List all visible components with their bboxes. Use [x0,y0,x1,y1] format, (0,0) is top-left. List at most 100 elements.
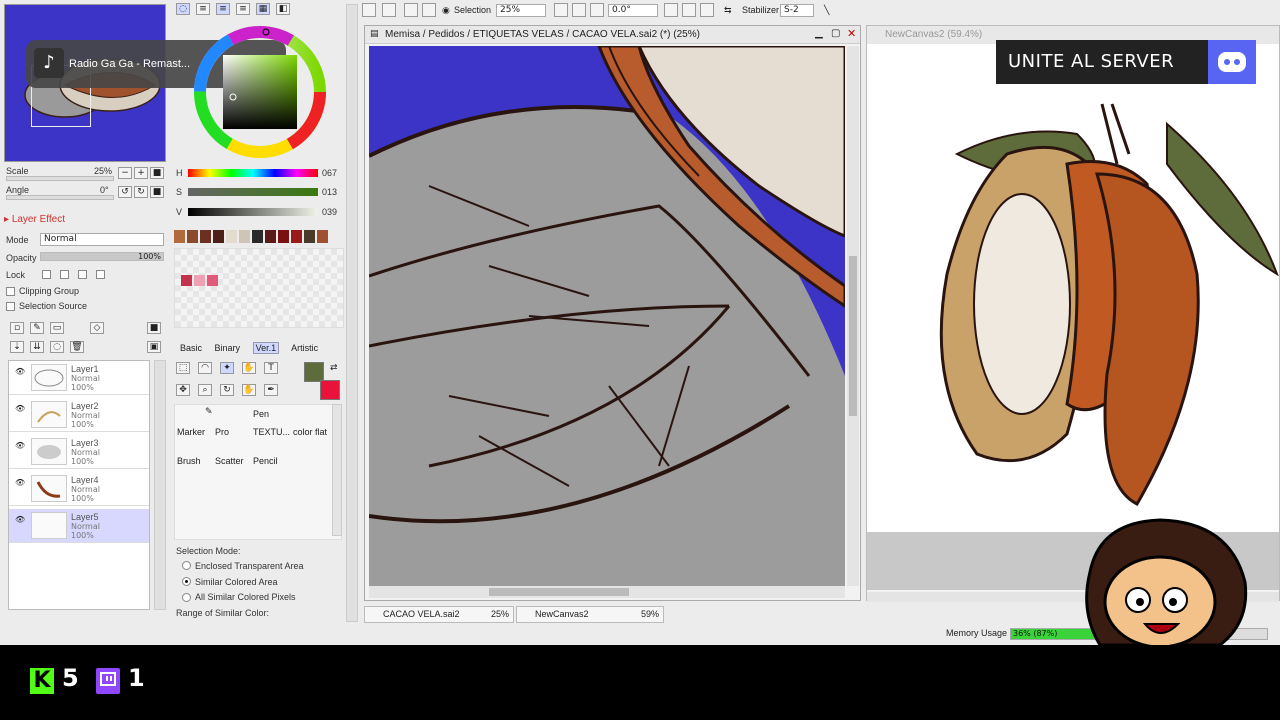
primary-color-swatch[interactable] [304,362,324,382]
flip-icon[interactable]: ⇆ [724,5,732,16]
palette-color-chip[interactable] [291,230,302,243]
lock-all-checkbox[interactable] [96,270,105,279]
zoom-icon[interactable]: ⌕ [198,384,212,396]
visibility-eye-icon[interactable]: 👁 [15,404,25,413]
discord-banner[interactable]: UNITE AL SERVER [996,40,1256,84]
scale-slider[interactable] [6,176,114,181]
layer-mask-button[interactable]: ◇ [90,322,104,334]
tab-basic[interactable]: Basic [180,343,202,353]
layer-item[interactable]: 👁 Layer3 Normal 100% [9,435,149,469]
radio-similar-colored-area[interactable] [182,577,191,586]
visibility-eye-icon[interactable]: 👁 [15,441,25,450]
clear-layer-button[interactable]: ◌ [50,341,64,353]
palette-color-chip[interactable] [265,230,276,243]
lasso-icon[interactable]: ◠ [198,362,212,374]
zoom-in-toolbar-button[interactable] [572,3,586,17]
rotate-icon[interactable]: ↻ [220,384,234,396]
hand-pan-icon[interactable]: ✋ [242,384,256,396]
brush-tool-pen[interactable]: Pen [253,409,269,419]
visibility-eye-icon[interactable]: 👁 [15,515,25,524]
deselect-button[interactable] [404,3,418,17]
rotate-right-button[interactable]: ↻ [134,186,148,198]
zoom-in-button[interactable]: + [134,167,148,179]
selection-toggle-icon[interactable]: ◉ [442,5,450,16]
rotate-left-button[interactable]: ↺ [118,186,132,198]
redo-button[interactable] [382,3,396,17]
layer-item-selected[interactable]: 👁 Layer5 Normal 100% [9,509,149,543]
palette-color-chip[interactable] [252,230,263,243]
brush-tool-color-flat[interactable]: color flat [293,427,327,437]
stabilizer-select[interactable]: S-2 [780,4,814,17]
lock-move-checkbox[interactable] [78,270,87,279]
opacity-slider[interactable]: 100% [40,252,164,261]
palette-color-chip[interactable] [226,230,237,243]
swatch-area[interactable] [174,248,344,328]
straight-line-icon[interactable]: ╲ [824,5,829,16]
text-icon[interactable]: T [264,362,278,374]
radio-enclosed-transparent[interactable] [182,561,191,570]
palette-color-chip[interactable] [278,230,289,243]
maximize-icon[interactable]: ▢ [831,28,840,39]
rotate-cw-toolbar-button[interactable] [682,3,696,17]
zoom-select[interactable]: 25% [496,4,546,17]
layer-effect-header[interactable]: ▸ Layer Effect [4,214,65,225]
rgb-slider-mode-button[interactable]: ≡ [196,3,210,15]
tab-ver1[interactable]: Ver.1 [252,342,280,354]
undo-button[interactable] [362,3,376,17]
blend-mode-select[interactable]: Normal [40,233,164,246]
color-wheel-mode-button[interactable]: ◌ [176,3,190,15]
delete-layer-button[interactable]: 🗑 [70,341,84,353]
saturation-slider[interactable] [188,188,318,196]
lock-paint-checkbox[interactable] [60,270,69,279]
lock-transparency-checkbox[interactable] [42,270,51,279]
angle-slider[interactable] [6,195,114,200]
hand-icon[interactable]: ✋ [242,362,256,374]
clipping-group-checkbox[interactable] [6,287,15,296]
minimize-icon[interactable]: ▁ [815,28,823,39]
palette-mode-button[interactable]: ▦ [256,3,270,15]
brush-tool-marker[interactable]: Marker [177,427,205,437]
magic-wand-icon[interactable]: ✦ [220,362,234,374]
zoom-reset-button[interactable]: ■ [150,167,164,179]
layer-item[interactable]: 👁 Layer4 Normal 100% [9,472,149,506]
tab-artistic[interactable]: Artistic [291,343,318,353]
color-mix-mode-button[interactable]: ≡ [236,3,250,15]
brush-tool-textu[interactable]: TEXTU... [253,427,290,437]
rect-select-icon[interactable]: ⬚ [176,362,190,374]
secondary-color-swatch[interactable] [320,380,340,400]
tool-panel-scrollbar[interactable] [346,4,358,622]
rotate-ccw-toolbar-button[interactable] [664,3,678,17]
zoom-fit-button[interactable] [590,3,604,17]
swap-colors-icon[interactable]: ⇄ [330,363,338,373]
move-icon[interactable]: ✥ [176,384,190,396]
layer-item[interactable]: 👁 Layer2 Normal 100% [9,398,149,432]
swatch-color[interactable] [181,275,192,286]
brush-tool-brush[interactable]: Brush [177,456,201,466]
rotate-reset-toolbar-button[interactable] [700,3,714,17]
tool-grid-scrollbar[interactable] [332,404,342,536]
eyedropper-icon[interactable]: ✒ [264,384,278,396]
swatch-color[interactable] [194,275,205,286]
new-layer-button[interactable]: ▫ [10,322,24,334]
new-folder-button[interactable]: ▭ [50,322,64,334]
hsv-slider-mode-button[interactable]: ≡ [216,3,230,15]
palette-color-chip[interactable] [213,230,224,243]
layers-scrollbar[interactable] [154,360,166,610]
canvas-hscrollbar[interactable] [369,586,845,598]
close-icon[interactable]: ✕ [847,27,856,40]
transfer-down-button[interactable]: ⇣ [10,341,24,353]
scratchpad-mode-button[interactable]: ◧ [276,3,290,15]
palette-color-chip[interactable] [317,230,328,243]
pen-icon[interactable]: ✎ [205,407,213,417]
palette-color-chip[interactable] [239,230,250,243]
rotate-reset-button[interactable]: ■ [150,186,164,198]
swatch-color[interactable] [207,275,218,286]
zoom-out-button[interactable]: − [118,167,132,179]
canvas-vscrollbar[interactable] [847,46,859,586]
value-slider[interactable] [188,208,318,216]
doc-tab-cacao[interactable]: CACAO VELA.sai2 25% [364,606,514,623]
layer-panel-menu-button[interactable]: ▣ [147,341,161,353]
canvas-artwork[interactable] [369,46,845,586]
palette-color-chip[interactable] [174,230,185,243]
color-wheel[interactable] [190,22,330,162]
